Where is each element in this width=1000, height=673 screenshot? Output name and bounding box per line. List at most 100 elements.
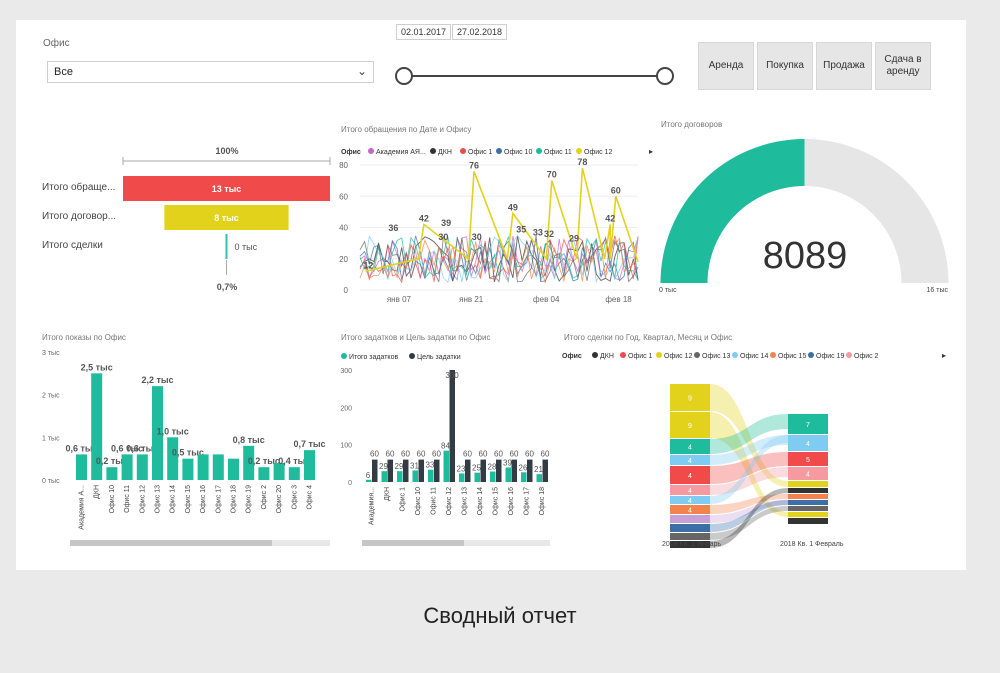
combo-category-label: Офис 13 [462, 487, 469, 515]
legend-next-icon[interactable]: ▸ [649, 147, 653, 156]
ribbon-legend-item[interactable]: Офис 1 [628, 353, 653, 360]
line-legend-item[interactable]: ДКН [438, 149, 452, 156]
combo-bar-actual[interactable] [397, 471, 403, 482]
bar[interactable] [288, 467, 300, 480]
segment-sell-button[interactable]: Продажа [816, 42, 872, 90]
ribbon-legend-item[interactable]: Офис 12 [664, 353, 692, 360]
combo-bar-target[interactable] [403, 459, 409, 482]
funnel-row-label: Итого договор... [42, 211, 116, 222]
combo-bar-target[interactable] [372, 459, 378, 482]
combo-bar-target[interactable] [465, 459, 471, 482]
bar[interactable] [258, 467, 270, 480]
ribbon-legend-item[interactable]: ДКН [600, 353, 614, 360]
bar-category-label: Офис 12 [139, 485, 146, 513]
ribbon-right-segment[interactable] [788, 512, 828, 517]
bar-ytick: 1 тыс [42, 435, 60, 442]
bar[interactable] [197, 454, 209, 480]
combo-bar-target[interactable] [542, 459, 549, 482]
combo-target-label: 60 [494, 450, 503, 459]
segment-buy-button[interactable]: Покупка [757, 42, 813, 90]
combo-bar-actual[interactable] [443, 450, 450, 482]
legend-swatch-icon [536, 148, 542, 154]
combo-bar-target[interactable] [527, 459, 533, 482]
date-end-input[interactable]: 27.02.2018 [452, 24, 508, 40]
legend-swatch-icon [808, 352, 814, 358]
combo-bar-actual[interactable] [490, 471, 496, 482]
bar[interactable] [121, 454, 133, 480]
bar-chart-scrollbar-thumb[interactable] [70, 540, 272, 546]
bar[interactable] [212, 454, 224, 480]
segment-rent-button[interactable]: Аренда [698, 42, 754, 90]
bar[interactable] [76, 454, 87, 480]
combo-bar-target[interactable] [496, 459, 502, 482]
ribbon-right-value: 5 [806, 457, 810, 464]
ribbon-right-segment[interactable] [788, 506, 828, 511]
combo-bar-actual[interactable] [521, 472, 527, 482]
ribbon-left-value: 4 [688, 445, 692, 452]
combo-bar-actual[interactable] [505, 467, 512, 482]
gauge-max-label: 16 тыс [927, 287, 949, 294]
funnel-row-label: Итого сделки [42, 240, 103, 251]
funnel-bar-value: 8 тыс [214, 213, 239, 223]
ribbon-right-segment[interactable] [788, 494, 828, 499]
segment-lease-button[interactable]: Сдача в аренду [875, 42, 931, 90]
bar[interactable] [182, 458, 194, 480]
ribbon-right-segment[interactable] [788, 488, 828, 493]
ribbon-left-segment[interactable] [670, 533, 710, 540]
date-slider-end-handle[interactable] [656, 67, 674, 85]
line-legend-item[interactable]: Офис 10 [504, 149, 532, 156]
combo-bar-actual[interactable] [459, 473, 465, 482]
ribbon-legend-item[interactable]: Офис 15 [778, 353, 806, 360]
combo-bar-target[interactable] [449, 370, 456, 482]
ribbon-legend-item[interactable]: Офис 13 [702, 353, 730, 360]
ribbon-right-segment[interactable] [788, 481, 828, 487]
combo-bar-actual[interactable] [412, 470, 419, 482]
ribbon-legend-item[interactable]: Офис 14 [740, 353, 768, 360]
date-slider-start-handle[interactable] [395, 67, 413, 85]
bar[interactable] [106, 467, 118, 480]
combo-bar-actual[interactable] [366, 479, 372, 482]
line-legend-prefix: Офис [341, 149, 361, 156]
ribbon-legend-item[interactable]: Офис 19 [816, 353, 844, 360]
combo-bar-target[interactable] [511, 459, 518, 482]
combo-bar-actual[interactable] [428, 469, 434, 482]
date-start-input[interactable]: 02.01.2017 [396, 24, 452, 40]
legend-next-icon[interactable]: ▸ [942, 351, 946, 360]
combo-bar-actual[interactable] [536, 474, 543, 482]
combo-legend-item[interactable]: Цель задатки [417, 354, 461, 361]
line-legend-item[interactable]: Офис 12 [584, 149, 612, 156]
combo-bar-target[interactable] [387, 459, 394, 482]
line-legend-item[interactable]: Офис 11 [544, 149, 572, 156]
bar[interactable] [228, 458, 239, 480]
bar[interactable] [136, 454, 148, 480]
ribbon-left-value: 4 [688, 508, 692, 515]
funnel-bar[interactable] [225, 234, 228, 259]
office-dropdown[interactable]: Все ⌄ [47, 61, 374, 83]
line-legend-item[interactable]: Офис 1 [468, 149, 493, 156]
legend-swatch-icon [656, 352, 662, 358]
bar-category-label: Офис 4 [307, 485, 314, 510]
ribbon-right-segment[interactable] [788, 500, 828, 505]
combo-bar-actual[interactable] [474, 472, 481, 482]
combo-ytick: 100 [340, 443, 352, 450]
combo-bar-target[interactable] [434, 459, 440, 482]
chevron-down-icon: ⌄ [356, 64, 367, 78]
funnel-bottom-label: 0,7% [217, 282, 238, 292]
bar[interactable] [304, 450, 315, 480]
ribbon-legend-prefix: Офис [562, 353, 582, 360]
line-ytick: 0 [344, 286, 349, 295]
gauge-chart: Итого договоров 8089 0 тыс 16 тыс [659, 120, 949, 294]
ribbon-legend-item[interactable]: Офис 2 [854, 353, 879, 360]
line-legend-item[interactable]: Академия АЯ... [376, 149, 426, 156]
combo-bar-target[interactable] [480, 459, 487, 482]
ribbon-left-segment[interactable] [670, 515, 710, 523]
combo-bar-target[interactable] [418, 459, 425, 482]
bar[interactable] [167, 437, 179, 480]
combo-legend-item[interactable]: Итого задатков [349, 354, 398, 361]
ribbon-right-segment[interactable] [788, 518, 828, 524]
line-ytick: 40 [339, 224, 348, 233]
combo-chart-scrollbar-thumb[interactable] [362, 540, 464, 546]
combo-actual-label: 23 [457, 464, 466, 473]
ribbon-left-segment[interactable] [670, 524, 710, 532]
combo-bar-actual[interactable] [381, 471, 388, 482]
